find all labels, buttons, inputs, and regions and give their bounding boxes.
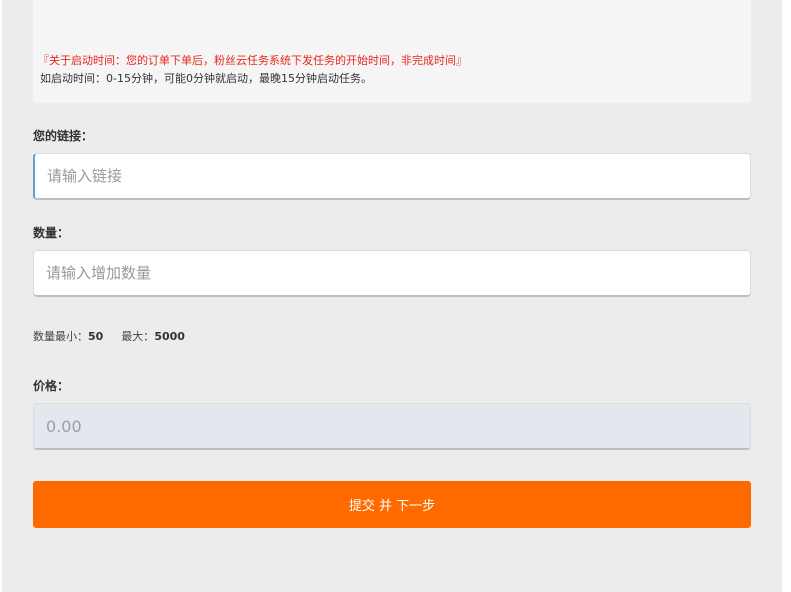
quantity-limits: 数量最小：50 最大：5000 xyxy=(33,328,185,344)
start-time-example: 如启动时间：0-15分钟，可能0分钟就启动，最晚15分钟启动任务。 xyxy=(40,72,372,85)
price-field xyxy=(33,403,751,450)
min-quantity-value: 50 xyxy=(88,330,104,343)
link-input[interactable] xyxy=(33,153,751,200)
max-quantity-label: 最大： xyxy=(121,330,155,343)
min-quantity-label: 数量最小： xyxy=(33,330,88,343)
start-time-notice: 『关于启动时间：您的订单下单后，粉丝云任务系统下发任务的开始时间，非完成时间』 … xyxy=(33,0,751,103)
submit-next-button[interactable]: 提交 并 下一步 xyxy=(33,481,751,528)
link-label: 您的链接： xyxy=(33,129,94,143)
start-time-note: 『关于启动时间：您的订单下单后，粉丝云任务系统下发任务的开始时间，非完成时间』 xyxy=(38,54,467,67)
max-quantity-value: 5000 xyxy=(154,330,185,343)
order-form-page: 『关于启动时间：您的订单下单后，粉丝云任务系统下发任务的开始时间，非完成时间』 … xyxy=(2,0,782,592)
quantity-input[interactable] xyxy=(33,250,751,297)
price-label: 价格： xyxy=(33,379,70,393)
quantity-label: 数量： xyxy=(33,226,70,240)
